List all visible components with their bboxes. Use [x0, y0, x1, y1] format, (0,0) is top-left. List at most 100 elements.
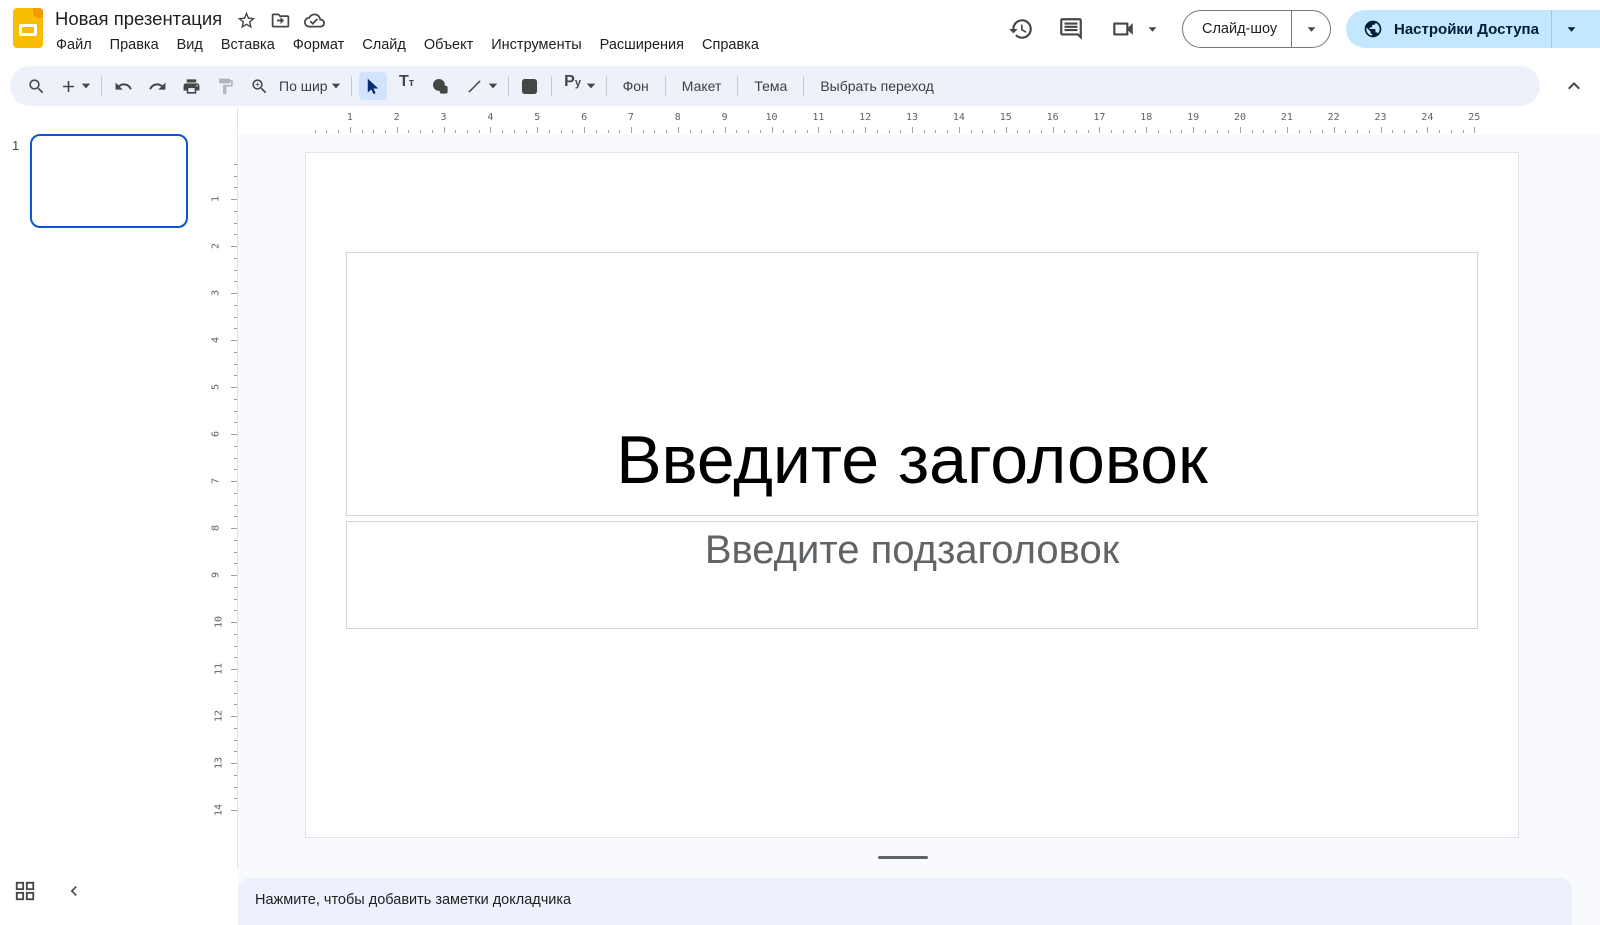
comments-icon[interactable] [1058, 16, 1084, 42]
cursor-icon [363, 77, 382, 96]
canvas-area: Введите заголовок Введите подзаголовок Н… [238, 134, 1600, 925]
title-placeholder[interactable]: Введите заголовок [346, 252, 1478, 516]
insert-comment-button[interactable] [516, 72, 544, 100]
menu-view[interactable]: Вид [168, 35, 212, 55]
ruler-label: 5 [211, 384, 222, 390]
menu-tools[interactable]: Инструменты [482, 35, 590, 55]
comment-plus-icon [520, 77, 539, 96]
version-history-icon[interactable] [1008, 16, 1034, 42]
grid-view-button[interactable] [14, 880, 36, 902]
cloud-saved-icon[interactable] [304, 10, 325, 31]
subtitle-placeholder[interactable]: Введите подзаголовок [346, 521, 1478, 629]
share-dropdown-button[interactable] [1552, 10, 1592, 48]
new-slide-dropdown-icon[interactable] [80, 80, 92, 92]
select-tool-button[interactable] [359, 72, 387, 100]
collapse-filmstrip-button[interactable] [64, 881, 84, 901]
toolbar: По шир Tт Pу Фон Макет Тема Выбрать пере… [10, 66, 1540, 106]
undo-button[interactable] [109, 72, 137, 100]
ruler-label: 24 [1421, 112, 1433, 123]
search-icon [27, 77, 46, 96]
toolbar-divider [737, 76, 738, 96]
ruler-label: 6 [581, 112, 587, 123]
background-button[interactable]: Фон [614, 73, 658, 99]
ruler-label: 13 [214, 757, 225, 769]
toolbar-divider [351, 76, 352, 96]
chevron-left-icon [64, 881, 84, 901]
ruler-label: 14 [953, 112, 965, 123]
title-placeholder-text: Введите заголовок [616, 421, 1208, 499]
meet-camera-icon[interactable] [1110, 16, 1136, 42]
ruler-label: 13 [906, 112, 918, 123]
redo-button[interactable] [143, 72, 171, 100]
ruler-label: 8 [211, 525, 222, 531]
ruler-label: 18 [1140, 112, 1152, 123]
layout-button[interactable]: Макет [673, 73, 731, 99]
menu-insert[interactable]: Вставка [212, 35, 284, 55]
ruler-label: 7 [628, 112, 634, 123]
move-to-folder-icon[interactable] [270, 10, 291, 31]
ruler-label: 1 [347, 112, 353, 123]
menu-extensions[interactable]: Расширения [591, 35, 693, 55]
collapse-toolbar-button[interactable] [1562, 74, 1586, 98]
line-dropdown-icon[interactable] [487, 80, 499, 92]
ruler-label: 2 [394, 112, 400, 123]
toolbar-divider [101, 76, 102, 96]
paint-format-button[interactable] [211, 72, 239, 100]
new-slide-button[interactable] [54, 72, 82, 100]
star-icon[interactable] [236, 10, 257, 31]
theme-button[interactable]: Тема [745, 73, 796, 99]
ruler-label: 14 [214, 804, 225, 816]
shape-tool-button[interactable] [427, 72, 455, 100]
ruler-label: 10 [214, 616, 225, 628]
ruler-label: 3 [441, 112, 447, 123]
slide-page[interactable]: Введите заголовок Введите подзаголовок [305, 152, 1519, 838]
slide-thumbnail-1[interactable] [30, 134, 188, 228]
speaker-notes[interactable]: Нажмите, чтобы добавить заметки докладчи… [238, 878, 1572, 925]
zoom-fit-dropdown-icon[interactable] [330, 80, 342, 92]
ruler-label: 9 [211, 572, 222, 578]
document-title[interactable]: Новая презентация [55, 8, 222, 30]
ruler-label: 8 [675, 112, 681, 123]
line-tool-button[interactable] [461, 72, 489, 100]
ruler-label: 19 [1187, 112, 1199, 123]
ruler-label: 15 [1000, 112, 1012, 123]
chevron-down-icon [1566, 24, 1577, 35]
menu-format[interactable]: Формат [284, 35, 354, 55]
ruler-label: 10 [765, 112, 777, 123]
slideshow-dropdown-button[interactable] [1292, 11, 1330, 47]
grid-view-icon [14, 880, 36, 902]
slide-number: 1 [12, 138, 19, 153]
ruler-label: 7 [211, 478, 222, 484]
menu-edit[interactable]: Правка [101, 35, 168, 55]
app-header: Новая презентация Файл Правка Вид Вставк… [0, 0, 1600, 62]
meet-camera-dropdown-icon[interactable] [1147, 24, 1158, 35]
menu-file[interactable]: Файл [47, 35, 101, 55]
undo-icon [114, 77, 133, 96]
ruler-label: 11 [214, 663, 225, 675]
line-icon [465, 77, 484, 96]
menu-slide[interactable]: Слайд [353, 35, 415, 55]
menu-help[interactable]: Справка [693, 35, 768, 55]
search-menus-button[interactable] [22, 72, 50, 100]
ruler-label: 20 [1234, 112, 1246, 123]
textbox-glyph-small: т [409, 78, 414, 89]
zoom-fit-selector[interactable]: По шир [279, 78, 328, 94]
toolbar-divider [606, 76, 607, 96]
speaker-notes-placeholder: Нажмите, чтобы добавить заметки докладчи… [238, 878, 1572, 908]
menu-arrange[interactable]: Объект [415, 35, 482, 55]
pen-tool-button[interactable]: Pу [559, 72, 587, 100]
zoom-in-button[interactable] [245, 72, 273, 100]
pen-glyph: P [564, 74, 575, 90]
ruler-label: 23 [1375, 112, 1387, 123]
textbox-tool-button[interactable]: Tт [393, 72, 421, 100]
slideshow-button[interactable]: Слайд-шоу [1183, 21, 1291, 37]
transition-button[interactable]: Выбрать переход [811, 73, 942, 99]
print-button[interactable] [177, 72, 205, 100]
redo-icon [148, 77, 167, 96]
share-button[interactable]: Настройки Доступа [1346, 10, 1600, 48]
paint-roller-icon [216, 77, 235, 96]
notes-resize-handle[interactable] [878, 856, 928, 859]
pen-dropdown-icon[interactable] [585, 80, 597, 92]
chevron-up-icon [1562, 74, 1586, 98]
slides-logo[interactable] [13, 8, 43, 48]
